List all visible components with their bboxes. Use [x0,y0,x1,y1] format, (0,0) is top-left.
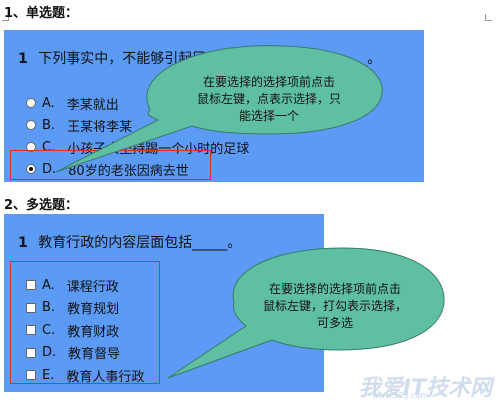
callout-line: 鼠标左键，点表示选择，只 [196,92,341,106]
callout-line: 在要选择的选择项前点击 [268,282,401,296]
callout-text-multiple-choice: 在要选择的选择项前点击 鼠标左键，打勾表示选择， 可多选 [240,281,430,332]
watermark-logo-text: 我爱IT技术网 [358,376,492,401]
callout-line: 在要选择的选择项前点击 [202,75,335,89]
callout-bubbles [55,45,445,379]
callout-line: 可多选 [316,316,353,330]
callout-line: 鼠标左键，打勾表示选择， [262,299,407,313]
callout-line: 能选择一个 [238,109,299,123]
callout-text-single-choice: 在要选择的选择项前点击 鼠标左键，点表示选择，只 能选择一个 [154,74,384,125]
